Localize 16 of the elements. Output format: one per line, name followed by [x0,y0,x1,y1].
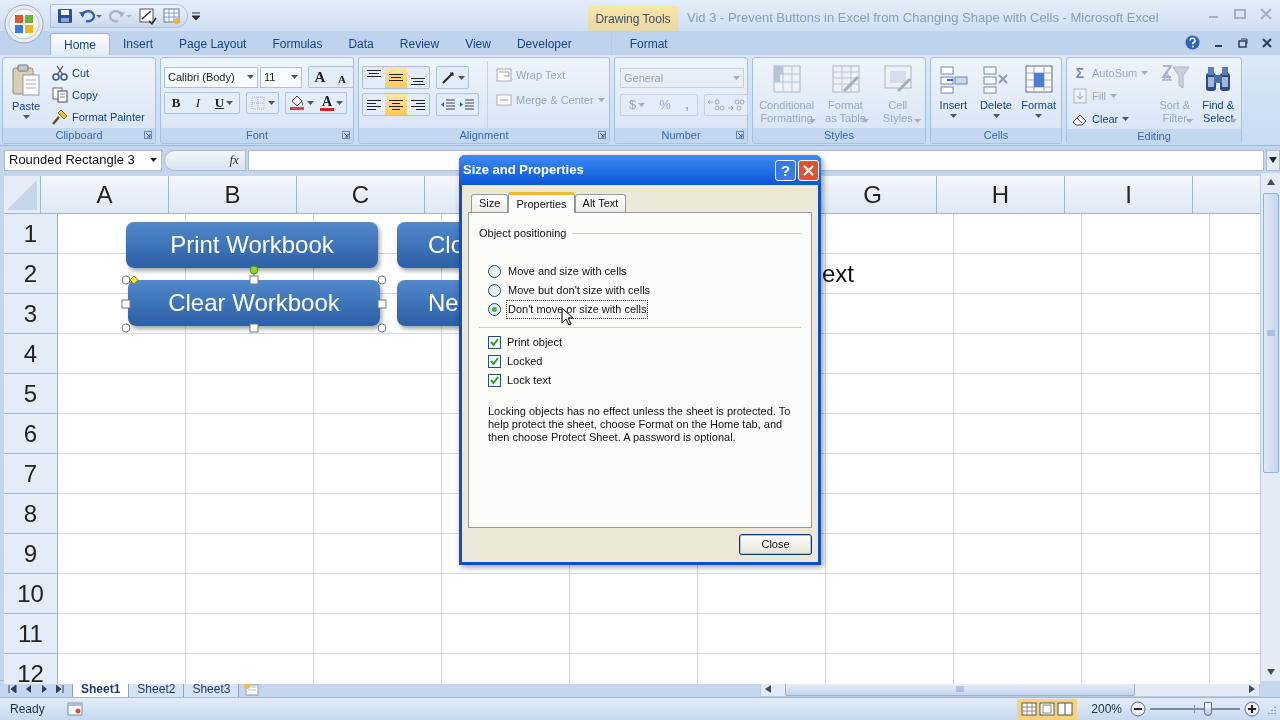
group-label: Editing [1137,129,1171,145]
group-label: Clipboard [55,128,103,144]
group-label: Styles [824,128,854,144]
dialog-title: Size and Properties [463,161,584,180]
cell-text: ext [822,259,854,289]
group-label: Cells [983,128,1009,144]
sigma-icon: Σ [1072,62,1088,84]
zoom-level: 200% [1091,701,1122,718]
group-label: Alignment [459,128,509,144]
section-heading: Object positioning [479,226,567,241]
group-label: Number [661,128,701,144]
status-text: Ready [10,701,45,718]
window-title: Vid 3 - Prevent Buttons in Excel from Changing Shape with Cells - Microsoft Excel [687,9,1159,27]
group-label: Font [246,128,268,144]
contextual-tab-group: Drawing Tools [588,6,678,31]
note-text: Locking objects has no effect unless the sheet is protected. To help protect the sheet, choose Format on the Home tab, and then choose Protect Sheet. A password is optional. [487,404,792,444]
